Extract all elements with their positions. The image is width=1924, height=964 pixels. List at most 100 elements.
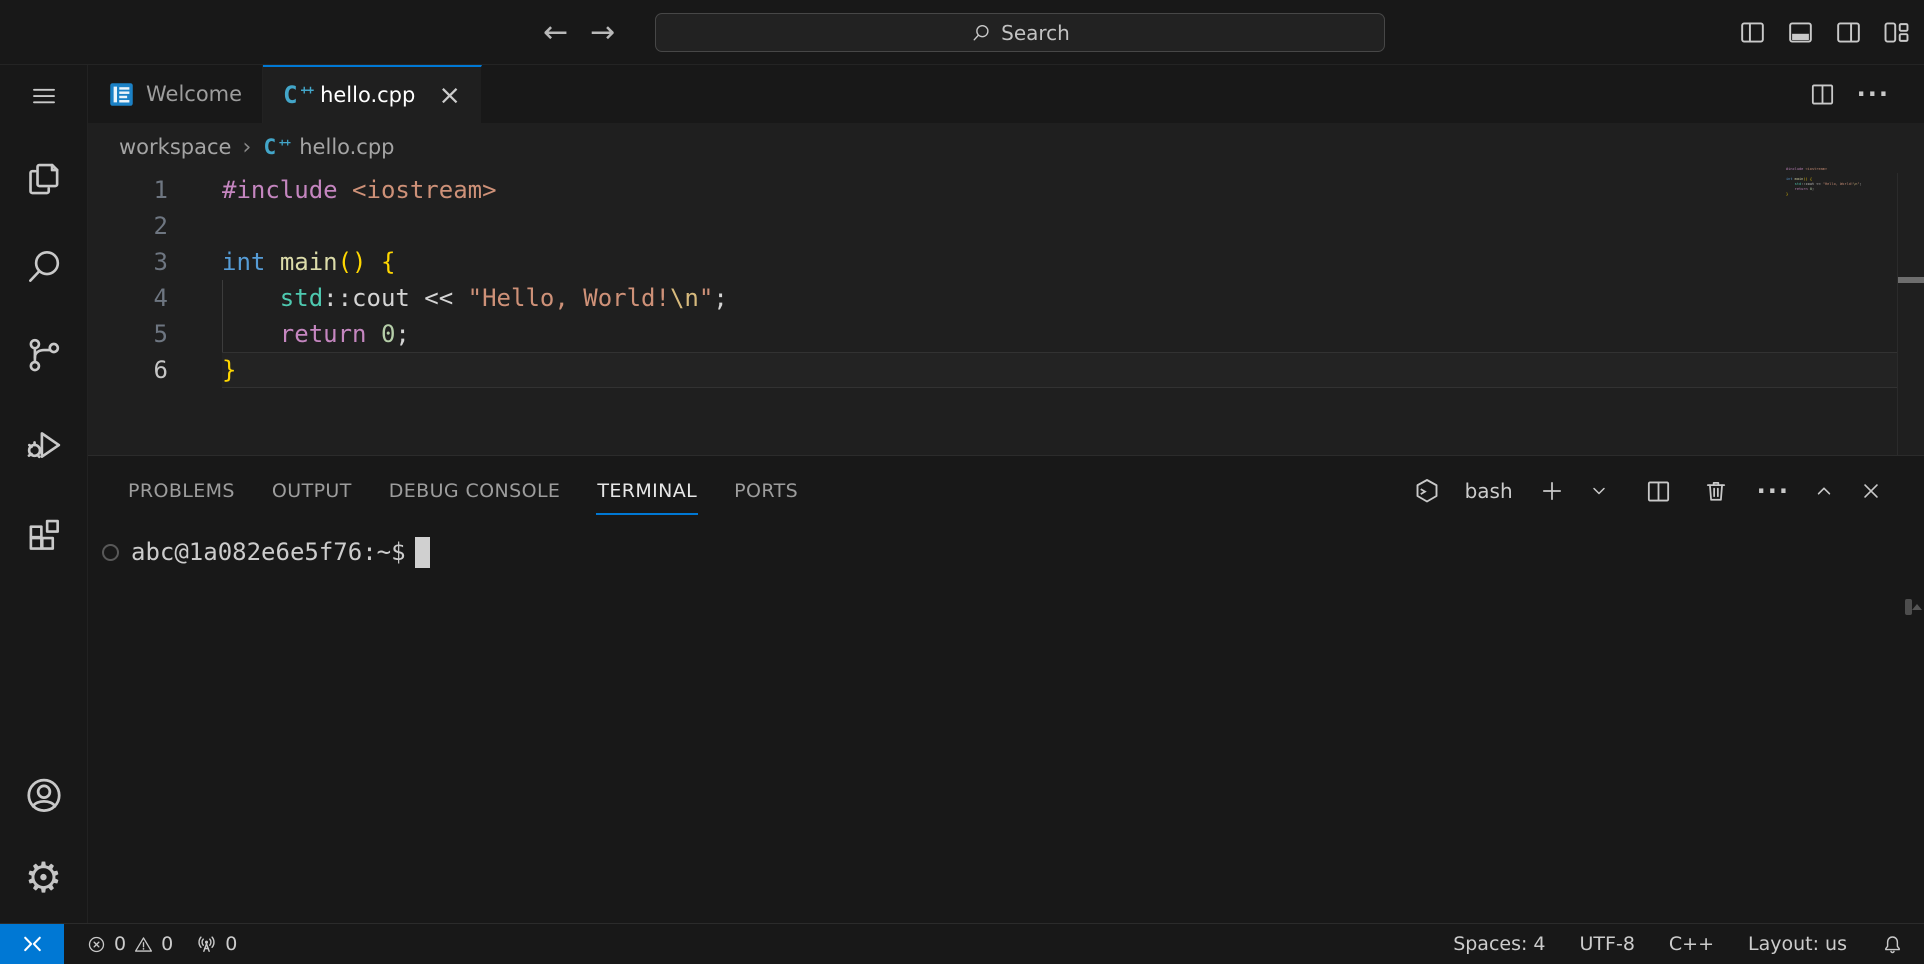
gear-icon: ⚙ [25, 857, 63, 899]
warning-count: 0 [161, 933, 173, 955]
editor-more-actions-icon[interactable]: ··· [1857, 80, 1890, 108]
indentation-status[interactable]: Spaces: 4 [1453, 933, 1545, 955]
keyboard-layout-status[interactable]: Layout: us [1748, 933, 1847, 955]
terminal-command-decoration-icon [102, 544, 119, 561]
ports-status[interactable]: 0 [195, 933, 237, 956]
panel-tab-problems[interactable]: PROBLEMS [128, 456, 235, 526]
toggle-secondary-sidebar-icon[interactable] [1833, 17, 1864, 48]
panel-more-actions-icon[interactable]: ··· [1757, 477, 1790, 505]
search-label: Search [1001, 21, 1070, 45]
minimap-content: #include <iostream>int main() { std::cou… [1786, 167, 1896, 197]
notifications-bell-icon[interactable] [1881, 933, 1904, 956]
maximize-panel-chevron-icon[interactable] [1811, 478, 1837, 504]
tab-hello-cpp[interactable]: C++ hello.cpp × [263, 65, 482, 123]
terminal-dropdown-chevron-icon[interactable] [1587, 479, 1611, 503]
panel-tab-debug-console[interactable]: DEBUG CONSOLE [389, 456, 561, 526]
tab-bar: Welcome C++ hello.cpp × ··· [88, 65, 1924, 123]
toggle-primary-sidebar-icon[interactable] [1737, 17, 1768, 48]
warning-icon [133, 934, 154, 955]
tab-label: hello.cpp [320, 83, 415, 107]
sidebar-item-explorer[interactable] [0, 158, 88, 200]
code-line[interactable]: } [222, 352, 1898, 388]
bash-shell-icon [1412, 476, 1442, 506]
radio-tower-icon [195, 933, 218, 956]
customize-layout-icon[interactable] [1881, 17, 1912, 48]
tab-close-icon[interactable]: × [438, 82, 461, 109]
sidebar-item-extensions[interactable] [0, 510, 88, 552]
run-debug-icon [23, 422, 65, 464]
panel-tab-output[interactable]: OUTPUT [272, 456, 352, 526]
titlebar: ← → Search [0, 0, 1924, 65]
kill-terminal-trash-icon[interactable] [1702, 477, 1730, 505]
breadcrumb-separator: › [242, 135, 251, 160]
gutter: 123456 [88, 172, 222, 388]
split-terminal-icon[interactable] [1644, 477, 1673, 506]
line-number: 5 [88, 316, 222, 352]
terminal-content[interactable]: abc@1a082e6e5f76:~$ [88, 526, 1924, 923]
toggle-panel-icon[interactable] [1785, 17, 1816, 48]
sidebar-item-run-debug[interactable] [0, 422, 88, 464]
minimap-line: } [1786, 192, 1896, 197]
hamburger-icon [29, 81, 59, 111]
breadcrumb: workspace › C++ hello.cpp [88, 123, 1924, 171]
panel-header: PROBLEMS OUTPUT DEBUG CONSOLE TERMINAL P… [88, 456, 1924, 526]
minimap[interactable]: #include <iostream>int main() { std::cou… [1786, 167, 1896, 197]
status-bar: 0 0 0 Spaces: 4 UTF-8 C++ Layout: us [0, 923, 1924, 964]
breadcrumb-folder[interactable]: workspace [119, 135, 231, 159]
line-number: 1 [88, 172, 222, 208]
search-icon [970, 22, 992, 44]
code-line[interactable] [222, 208, 1898, 244]
remote-icon [19, 931, 46, 958]
new-terminal-icon[interactable] [1538, 477, 1566, 505]
line-number: 3 [88, 244, 222, 280]
line-number: 4 [88, 280, 222, 316]
code-line[interactable]: #include <iostream> [222, 172, 1898, 208]
error-icon [86, 934, 107, 955]
welcome-book-icon [108, 81, 135, 108]
tab-welcome[interactable]: Welcome [88, 65, 263, 123]
encoding-status[interactable]: UTF-8 [1580, 933, 1635, 955]
terminal-cursor [415, 537, 430, 568]
search-sidebar-icon [23, 246, 65, 288]
bottom-panel: PROBLEMS OUTPUT DEBUG CONSOLE TERMINAL P… [88, 455, 1924, 923]
files-icon [23, 158, 65, 200]
settings-button[interactable]: ⚙ [0, 857, 88, 899]
split-editor-icon[interactable] [1808, 80, 1837, 109]
cpp-file-icon: C++ [264, 136, 287, 159]
breadcrumb-file[interactable]: hello.cpp [299, 135, 394, 159]
language-mode-status[interactable]: C++ [1669, 933, 1714, 955]
terminal-scroll-arrow-icon [1912, 604, 1922, 610]
terminal-scrollbar[interactable] [1905, 599, 1912, 615]
code-line[interactable]: std::cout << "Hello, World!\n"; [222, 280, 1898, 316]
account-icon [22, 773, 66, 817]
forward-button[interactable]: → [590, 15, 615, 50]
code-lines: #include <iostream>int main() { std::cou… [222, 172, 1898, 388]
menu-button[interactable] [0, 81, 88, 111]
extensions-icon [23, 510, 65, 552]
vscode-window: ← → Search [0, 0, 1924, 964]
ports-count: 0 [225, 933, 237, 955]
line-number: 2 [88, 208, 222, 244]
activity-bar: ⚙ [0, 65, 88, 923]
tab-label: Welcome [146, 82, 242, 106]
sidebar-item-source-control[interactable] [0, 334, 88, 376]
panel-tab-terminal[interactable]: TERMINAL [597, 456, 697, 526]
cpp-file-icon: C++ [283, 82, 309, 108]
remote-indicator[interactable] [0, 924, 64, 964]
close-panel-icon[interactable] [1858, 478, 1884, 504]
minimap-divider [1897, 173, 1898, 455]
code-line[interactable]: int main() { [222, 244, 1898, 280]
panel-tab-ports[interactable]: PORTS [734, 456, 798, 526]
sidebar-item-search[interactable] [0, 246, 88, 288]
overview-ruler-cursor-marker [1898, 277, 1924, 283]
error-count: 0 [114, 933, 126, 955]
code-line[interactable]: return 0; [222, 316, 1898, 352]
terminal-prompt: abc@1a082e6e5f76:~$ [131, 538, 406, 566]
terminal-shell-label[interactable]: bash [1465, 479, 1513, 503]
problems-status[interactable]: 0 0 [86, 933, 173, 955]
back-button[interactable]: ← [543, 15, 568, 50]
accounts-button[interactable] [0, 773, 88, 817]
code-editor[interactable]: 123456 #include <iostream>int main() { s… [88, 171, 1924, 455]
editor-area: Welcome C++ hello.cpp × ··· workspace › … [88, 65, 1924, 455]
search-input[interactable]: Search [655, 13, 1385, 52]
